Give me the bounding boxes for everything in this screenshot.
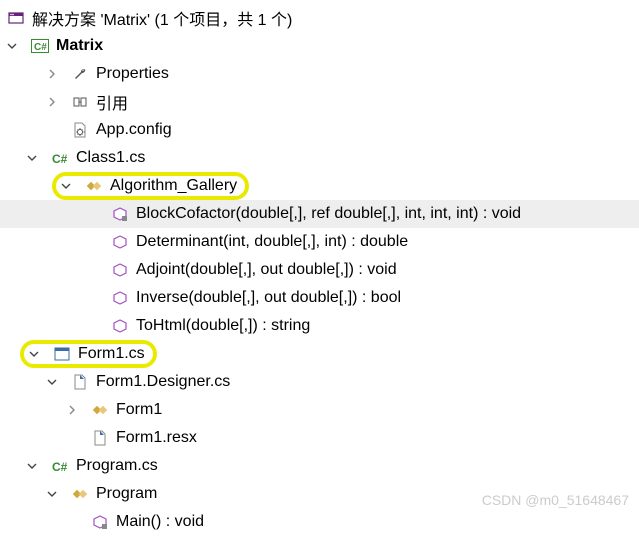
form1-designer-node[interactable]: Form1.Designer.cs — [0, 368, 639, 396]
class-icon — [70, 484, 90, 504]
method-node[interactable]: Inverse(double[,], out double[,]) : bool — [0, 284, 639, 312]
expand-arrow-icon[interactable] — [24, 150, 40, 166]
expand-arrow-icon[interactable] — [24, 458, 40, 474]
method-icon — [110, 204, 130, 224]
form1-resx-label: Form1.resx — [114, 429, 197, 447]
method-icon — [110, 316, 130, 336]
expand-arrow-icon[interactable] — [44, 374, 60, 390]
expand-arrow-icon[interactable] — [26, 346, 42, 362]
solution-node[interactable]: 解决方案 'Matrix' (1 个项目，共 1 个) — [0, 4, 639, 32]
expand-arrow-icon[interactable] — [44, 486, 60, 502]
collapse-arrow-icon[interactable] — [44, 94, 60, 110]
program-class-label: Program — [94, 485, 157, 503]
csharp-file-icon: C# — [50, 456, 70, 476]
method-icon — [110, 288, 130, 308]
cs-file-icon — [70, 372, 90, 392]
form1-class-label: Form1 — [114, 401, 162, 419]
watermark: CSDN @m0_51648467 — [482, 492, 629, 508]
method-icon — [110, 232, 130, 252]
solution-icon — [6, 8, 26, 28]
csharp-project-icon: C# — [30, 36, 50, 56]
form1-label: Form1.cs — [76, 345, 145, 363]
form-icon — [52, 344, 72, 364]
program-node[interactable]: C# Program.cs — [0, 452, 639, 480]
appconfig-node[interactable]: App.config — [0, 116, 639, 144]
method-node[interactable]: Determinant(int, double[,], int) : doubl… — [0, 228, 639, 256]
program-label: Program.cs — [74, 457, 158, 475]
class-icon — [84, 176, 104, 196]
config-file-icon — [70, 120, 90, 140]
method-label: ToHtml(double[,]) : string — [134, 317, 310, 335]
main-method-node[interactable]: Main() : void — [0, 508, 639, 536]
csharp-file-icon: C# — [50, 148, 70, 168]
method-icon — [90, 512, 110, 532]
method-label: Adjoint(double[,], out double[,]) : void — [134, 261, 397, 279]
project-node[interactable]: C# Matrix — [0, 32, 639, 60]
solution-label: 解决方案 'Matrix' (1 个项目，共 1 个) — [30, 6, 292, 30]
svg-text:C#: C# — [34, 42, 47, 53]
method-label: Inverse(double[,], out double[,]) : bool — [134, 289, 401, 307]
algorithm-gallery-node[interactable]: Algorithm_Gallery — [0, 172, 639, 200]
form1-node[interactable]: Form1.cs — [0, 340, 639, 368]
wrench-icon — [70, 64, 90, 84]
references-icon — [70, 92, 90, 112]
main-method-label: Main() : void — [114, 513, 204, 531]
references-label: 引用 — [94, 90, 128, 114]
svg-text:C#: C# — [52, 460, 68, 474]
class1-label: Class1.cs — [74, 149, 145, 167]
form1-resx-node[interactable]: Form1.resx — [0, 424, 639, 452]
references-node[interactable]: 引用 — [0, 88, 639, 116]
algorithm-gallery-label: Algorithm_Gallery — [108, 177, 237, 195]
method-node[interactable]: BlockCofactor(double[,], ref double[,], … — [0, 200, 639, 228]
resx-file-icon — [90, 428, 110, 448]
method-node[interactable]: Adjoint(double[,], out double[,]) : void — [0, 256, 639, 284]
expand-arrow-icon[interactable] — [58, 178, 74, 194]
highlight-marker: Algorithm_Gallery — [52, 172, 249, 200]
collapse-arrow-icon[interactable] — [64, 402, 80, 418]
form1-designer-label: Form1.Designer.cs — [94, 373, 230, 391]
class-icon — [90, 400, 110, 420]
properties-node[interactable]: Properties — [0, 60, 639, 88]
form1-class-node[interactable]: Form1 — [0, 396, 639, 424]
svg-text:C#: C# — [52, 152, 68, 166]
expand-arrow-icon[interactable] — [4, 38, 20, 54]
method-label: BlockCofactor(double[,], ref double[,], … — [134, 205, 521, 223]
class1-node[interactable]: C# Class1.cs — [0, 144, 639, 172]
solution-explorer-tree: 解决方案 'Matrix' (1 个项目，共 1 个) C# Matrix Pr… — [0, 0, 639, 540]
method-label: Determinant(int, double[,], int) : doubl… — [134, 233, 408, 251]
method-node[interactable]: ToHtml(double[,]) : string — [0, 312, 639, 340]
collapse-arrow-icon[interactable] — [44, 66, 60, 82]
highlight-marker: Form1.cs — [20, 340, 157, 368]
properties-label: Properties — [94, 65, 169, 83]
project-label: Matrix — [54, 37, 103, 55]
method-icon — [110, 260, 130, 280]
appconfig-label: App.config — [94, 121, 172, 139]
